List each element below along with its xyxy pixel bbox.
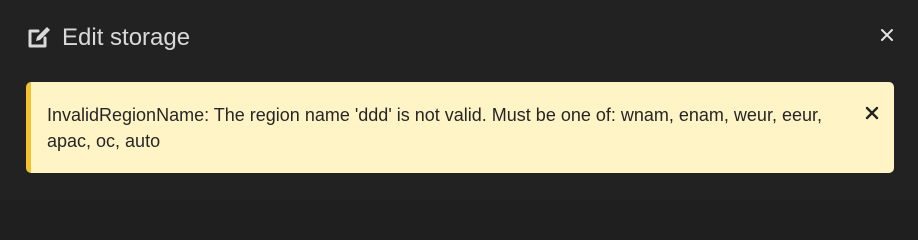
alert-message: InvalidRegionName: The region name 'ddd'… xyxy=(47,105,822,151)
error-alert: InvalidRegionName: The region name 'ddd'… xyxy=(26,82,894,173)
close-icon xyxy=(865,106,879,125)
close-icon xyxy=(880,28,894,47)
dialog-header: Edit storage xyxy=(0,0,918,78)
close-dialog-button[interactable] xyxy=(874,24,900,50)
edit-storage-dialog: Edit storage InvalidRegionName: The regi… xyxy=(0,0,918,200)
dialog-title: Edit storage xyxy=(62,24,191,51)
dismiss-alert-button[interactable] xyxy=(861,104,883,126)
edit-icon xyxy=(24,24,52,52)
